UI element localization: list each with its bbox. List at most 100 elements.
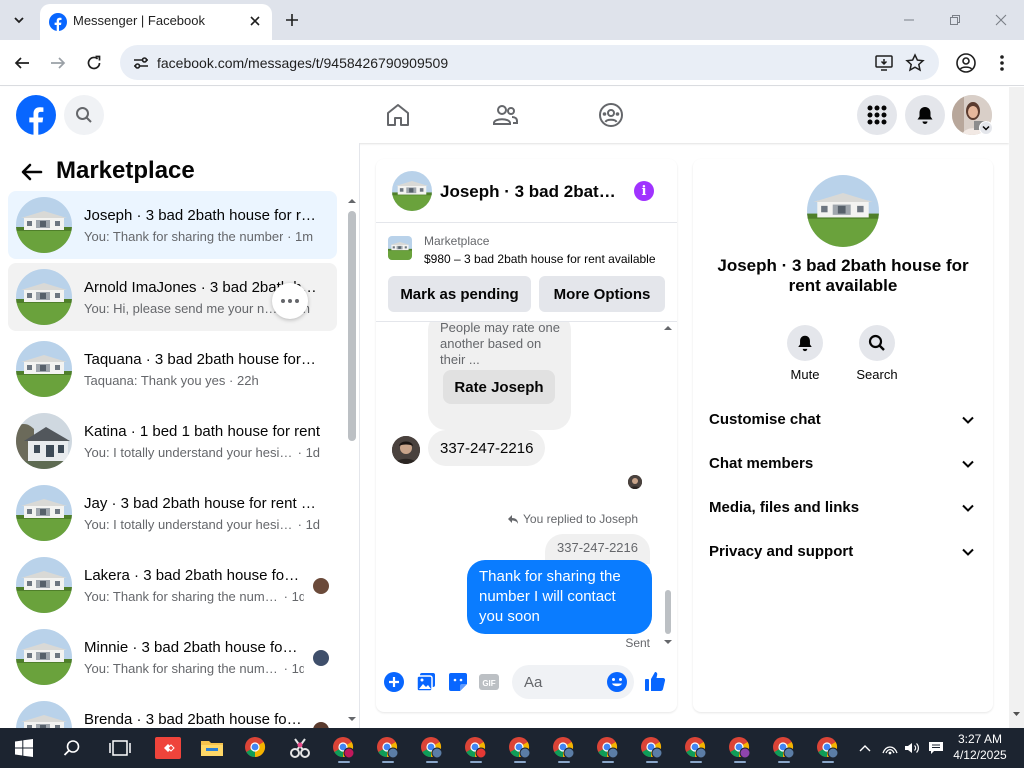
chrome-taskbar-button[interactable] [504,734,536,763]
back-button[interactable] [10,51,34,75]
emoji-icon[interactable] [606,671,628,693]
start-button[interactable] [8,734,40,762]
conversation-item[interactable]: Katina · 1 bed 1 bath house for rent You:… [8,407,337,475]
mark-as-pending-button[interactable]: Mark as pending [388,276,531,312]
reply-context: You replied to Joseph [507,512,638,526]
conversation-item[interactable]: Jay · 3 bad 2bath house for rent availab… [8,479,337,547]
conversation-info-icon[interactable]: i [634,181,654,201]
chrome-taskbar-button[interactable] [416,734,448,763]
file-explorer-taskbar-button[interactable] [196,734,228,762]
info-section-row[interactable]: Privacy and support [709,539,977,567]
replied-label-text: You replied to Joseph [523,512,638,526]
menu-grid-button[interactable] [857,95,897,135]
chrome-taskbar-button[interactable] [724,734,756,763]
message-composer: GIF Aa [376,659,677,709]
browser-tab[interactable]: Messenger | Facebook [40,4,272,40]
more-horizontal-icon [281,299,299,303]
chrome-taskbar-button[interactable] [372,734,404,763]
notification-center-button[interactable] [928,740,944,756]
restore-icon [950,15,960,25]
anydesk-taskbar-button[interactable] [152,734,184,762]
gif-button[interactable]: GIF [478,671,500,693]
message-input[interactable]: Aa [512,665,634,699]
listing-thumbnail[interactable] [388,236,412,260]
thread-scrollbar[interactable] [662,322,674,652]
reload-button[interactable] [82,51,106,75]
home-nav-button[interactable] [380,97,416,133]
mute-action[interactable]: Mute [775,325,835,382]
conversation-item[interactable]: Joseph · 3 bad 2bath house for rent avai… [8,191,337,259]
chrome-taskbar-button[interactable] [768,734,800,763]
chrome-taskbar-button[interactable] [812,734,844,763]
network-icon-button[interactable] [882,740,898,756]
message-thread: People may rate one another based on the… [376,322,677,652]
facebook-search-button[interactable] [64,95,104,135]
rate-joseph-button[interactable]: Rate Joseph [443,370,555,404]
new-tab-button[interactable] [282,10,302,30]
tray-overflow-button[interactable] [857,740,873,756]
browser-menu-button[interactable] [994,52,1010,74]
conversation-item[interactable]: Taquana · 3 bad 2bath house for rent ava… [8,335,337,403]
facebook-logo-icon[interactable] [16,95,56,135]
info-section-row[interactable]: Media, files and links [709,495,977,523]
search-in-conversation-button[interactable] [859,325,895,361]
more-actions-button[interactable] [383,671,405,693]
conversation-options-button[interactable] [272,283,308,319]
account-menu-chevron[interactable] [979,121,993,135]
address-bar[interactable]: facebook.com/messages/t/9458426790909509 [120,45,939,80]
minimize-button[interactable] [886,8,932,32]
task-view-button[interactable] [104,734,136,762]
sticker-button[interactable] [447,671,469,693]
marketplace-label: Marketplace [424,234,490,248]
bookmark-star-icon[interactable] [905,53,925,73]
attach-photo-button[interactable] [415,671,437,693]
info-section-row[interactable]: Chat members [709,451,977,479]
read-receipt-avatar [313,578,329,594]
conversation-item[interactable]: Minnie · 3 bad 2bath house for rent avai… [8,623,337,691]
conversation-preview: You: I totally understand your hesitatio… [84,445,324,460]
chat-title[interactable]: Joseph · 3 bad 2bath house for rent avai… [440,182,620,202]
chrome-taskbar-button[interactable] [548,734,580,763]
chrome-taskbar-button[interactable] [328,734,360,763]
friends-nav-button[interactable] [487,97,523,133]
browser-profile-icon[interactable] [955,52,977,74]
system-clock[interactable]: 3:27 AM 4/12/2025 [948,731,1012,763]
chrome-icon [245,737,266,758]
thread-scroll-thumb[interactable] [665,590,671,634]
chrome-taskbar-button[interactable] [636,734,668,763]
notifications-button[interactable] [905,95,945,135]
info-section-row[interactable]: Customise chat [709,407,977,435]
mute-button[interactable] [787,325,823,361]
send-like-button[interactable] [643,669,667,693]
chrome-taskbar-button[interactable] [460,734,492,763]
snipping-tool-taskbar-button[interactable] [284,734,316,762]
taskbar-search-button[interactable] [56,734,88,762]
restore-button[interactable] [932,8,978,32]
page-scrollbar[interactable] [1009,87,1024,728]
volume-icon-button[interactable] [904,740,920,756]
chrome-taskbar-button[interactable] [680,734,712,763]
close-window-button[interactable] [978,8,1024,32]
groups-nav-button[interactable] [593,97,629,133]
more-options-button[interactable]: More Options [539,276,665,312]
search-action[interactable]: Search [847,325,907,382]
sidebar-scrollbar[interactable] [345,193,357,728]
chat-avatar[interactable] [392,171,432,211]
chrome-icon [377,737,399,759]
conversation-item[interactable]: Lakera · 3 bad 2bath house for rent avai… [8,551,337,619]
outgoing-message[interactable]: Thank for sharing the number I will cont… [467,560,652,634]
conversation-item[interactable]: Brenda · 3 bad 2bath house for rent avai… [8,695,337,728]
install-app-icon[interactable] [874,53,894,73]
sidebar-scroll-thumb[interactable] [348,211,356,441]
tab-close-button[interactable] [246,12,264,30]
forward-button[interactable] [46,51,70,75]
back-arrow-icon[interactable] [20,160,44,184]
chrome-taskbar-button[interactable] [592,734,624,763]
incoming-message[interactable]: 337-247-2216 [428,430,546,466]
chrome-taskbar-button[interactable] [240,734,272,762]
conversation-thumbnail [16,341,72,397]
person-avatar-icon [628,475,642,489]
tab-search-button[interactable] [6,8,32,32]
chrome-icon [685,737,707,759]
listing-title[interactable]: $980 – 3 bad 2bath house for rent availa… [424,252,668,266]
